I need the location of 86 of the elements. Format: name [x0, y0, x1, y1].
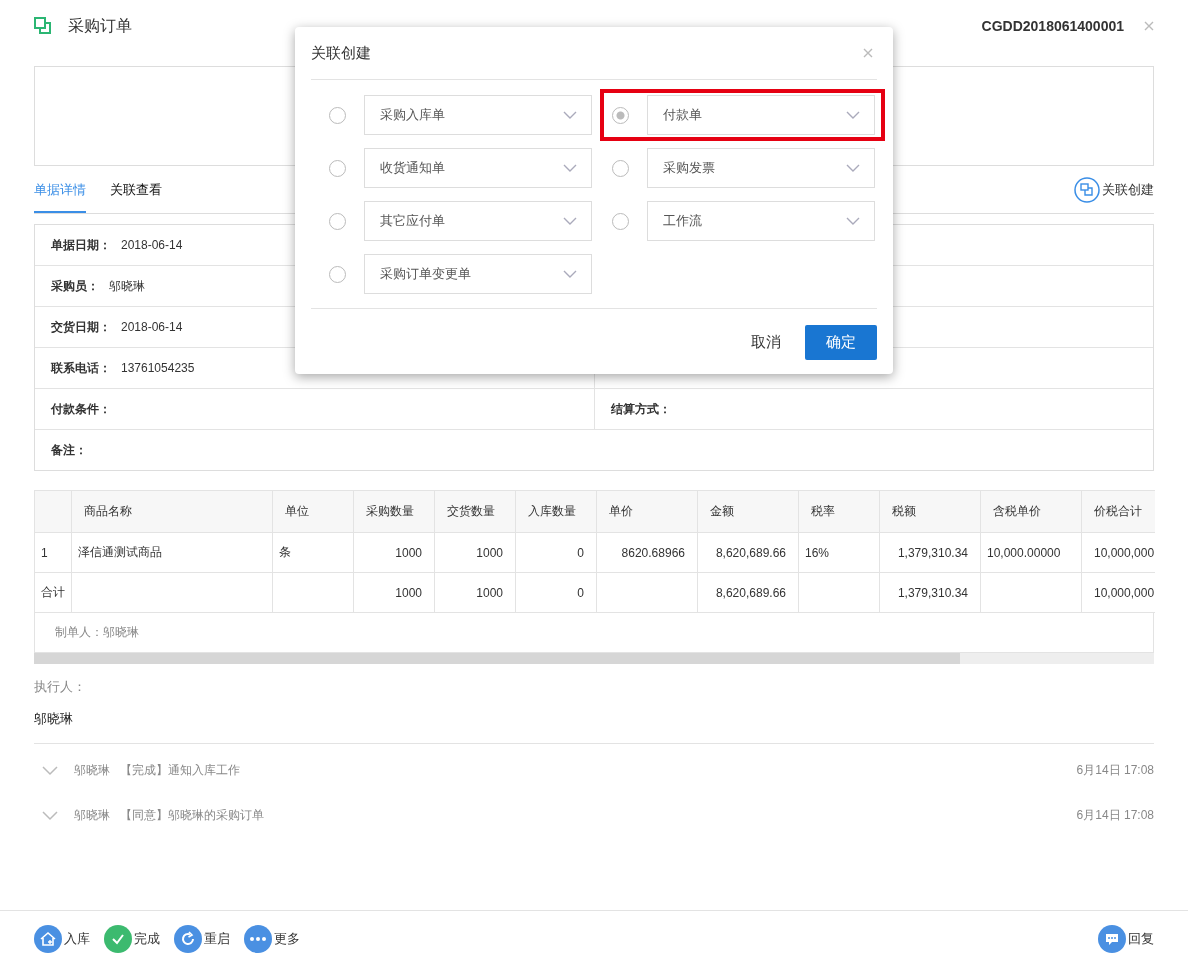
reply-button[interactable]: 回复 [1098, 925, 1154, 953]
table-cell: 1,379,310.34 [879, 532, 981, 573]
column-header: 单位 [272, 490, 354, 533]
field-value: 2018-06-14 [121, 320, 183, 334]
field-label: 采购员： [51, 277, 99, 295]
document-number: CGDD2018061400001 [981, 18, 1124, 34]
table-cell: 1000 [434, 572, 516, 613]
field-value: 2018-06-14 [121, 238, 183, 252]
column-header: 税额 [879, 490, 981, 533]
table-cell: 8620.68966 [596, 532, 698, 573]
chevron-down-icon [563, 164, 577, 172]
chevron-down-icon [846, 164, 860, 172]
column-header [34, 490, 72, 533]
column-header: 商品名称 [71, 490, 273, 533]
action-button[interactable]: 更多 [244, 925, 300, 953]
action-button[interactable]: 重启 [174, 925, 230, 953]
dropdown[interactable]: 收货通知单 [364, 148, 592, 188]
log-user: 邬晓琳 [74, 762, 110, 779]
link-create-button[interactable]: 关联创建 [1074, 166, 1154, 213]
log-action: 【同意】邬晓琳的采购订单 [120, 807, 264, 824]
chevron-down-icon [563, 270, 577, 278]
chevron-down-icon [563, 217, 577, 225]
field-label: 交货日期： [51, 318, 111, 336]
field-value: 13761054235 [121, 361, 195, 375]
page-title: 采购订单 [68, 15, 132, 36]
table-cell: 8,620,689.66 [697, 532, 799, 573]
executor-label: 执行人： [34, 678, 87, 696]
column-header: 含税单价 [980, 490, 1082, 533]
dropdown[interactable]: 采购入库单 [364, 95, 592, 135]
confirm-button[interactable]: 确定 [805, 324, 877, 360]
dropdown[interactable]: 工作流 [647, 201, 875, 241]
link-squares-icon [1074, 176, 1100, 203]
log-time: 6月14日 17:08 [1076, 807, 1154, 824]
log-user: 邬晓琳 [74, 807, 110, 824]
table-cell: 16% [798, 532, 880, 573]
table-cell: 泽信通测试商品 [71, 532, 273, 573]
table-cell: 1000 [353, 572, 435, 613]
chat-bubble-icon [1098, 925, 1126, 953]
table-cell: 合计 [34, 572, 72, 613]
field-label: 联系电话： [51, 359, 111, 377]
field-label: 付款条件： [51, 400, 111, 418]
column-header: 交货数量 [434, 490, 516, 533]
cancel-button[interactable]: 取消 [751, 332, 781, 352]
document-copy-icon [34, 17, 52, 35]
table-cell: 1000 [353, 532, 435, 573]
field-label: 单据日期： [51, 236, 111, 254]
field-value: 邬晓琳 [109, 277, 145, 295]
dropdown[interactable]: 采购发票 [647, 148, 875, 188]
table-cell: 10,000.00000 [980, 532, 1082, 573]
column-header: 单价 [596, 490, 698, 533]
column-header: 采购数量 [353, 490, 435, 533]
house-icon [34, 925, 62, 953]
action-button[interactable]: 入库 [34, 925, 90, 953]
column-header: 入库数量 [515, 490, 597, 533]
table-cell: 8,620,689.66 [697, 572, 799, 613]
tab[interactable]: 关联查看 [110, 166, 162, 213]
dropdown[interactable]: 其它应付单 [364, 201, 592, 241]
table-cell: 1 [34, 532, 72, 573]
table-cell: 1,379,310.34 [879, 572, 981, 613]
radio-button[interactable] [612, 106, 629, 124]
action-button[interactable]: 完成 [104, 925, 160, 953]
dialog-title: 关联创建 [311, 43, 371, 63]
field-label: 结算方式： [610, 400, 671, 418]
dropdown[interactable]: 付款单 [647, 95, 875, 135]
close-icon[interactable] [1144, 21, 1154, 31]
creator-text: 制单人：邬晓琳 [55, 624, 139, 641]
chevron-down-icon [563, 111, 577, 119]
column-header: 金额 [697, 490, 799, 533]
table-cell: 条 [272, 532, 354, 573]
executor-name: 邬晓琳 [34, 710, 1154, 744]
more-icon [244, 925, 272, 953]
table-cell: 1000 [434, 532, 516, 573]
close-icon[interactable] [863, 48, 873, 58]
log-time: 6月14日 17:08 [1076, 762, 1154, 779]
log-action: 【完成】通知入库工作 [120, 762, 240, 779]
chevron-down-icon [846, 217, 860, 225]
chevron-down-icon [846, 111, 860, 119]
tab[interactable]: 单据详情 [34, 166, 86, 213]
dropdown[interactable]: 采购订单变更单 [364, 254, 592, 294]
column-header: 价税合计 [1081, 490, 1155, 533]
field-label: 备注： [51, 441, 87, 459]
horizontal-scrollbar[interactable] [34, 653, 1154, 664]
refresh-icon [174, 925, 202, 953]
table-cell: 0 [515, 532, 597, 573]
column-header: 税率 [798, 490, 880, 533]
table-cell: 0 [515, 572, 597, 613]
